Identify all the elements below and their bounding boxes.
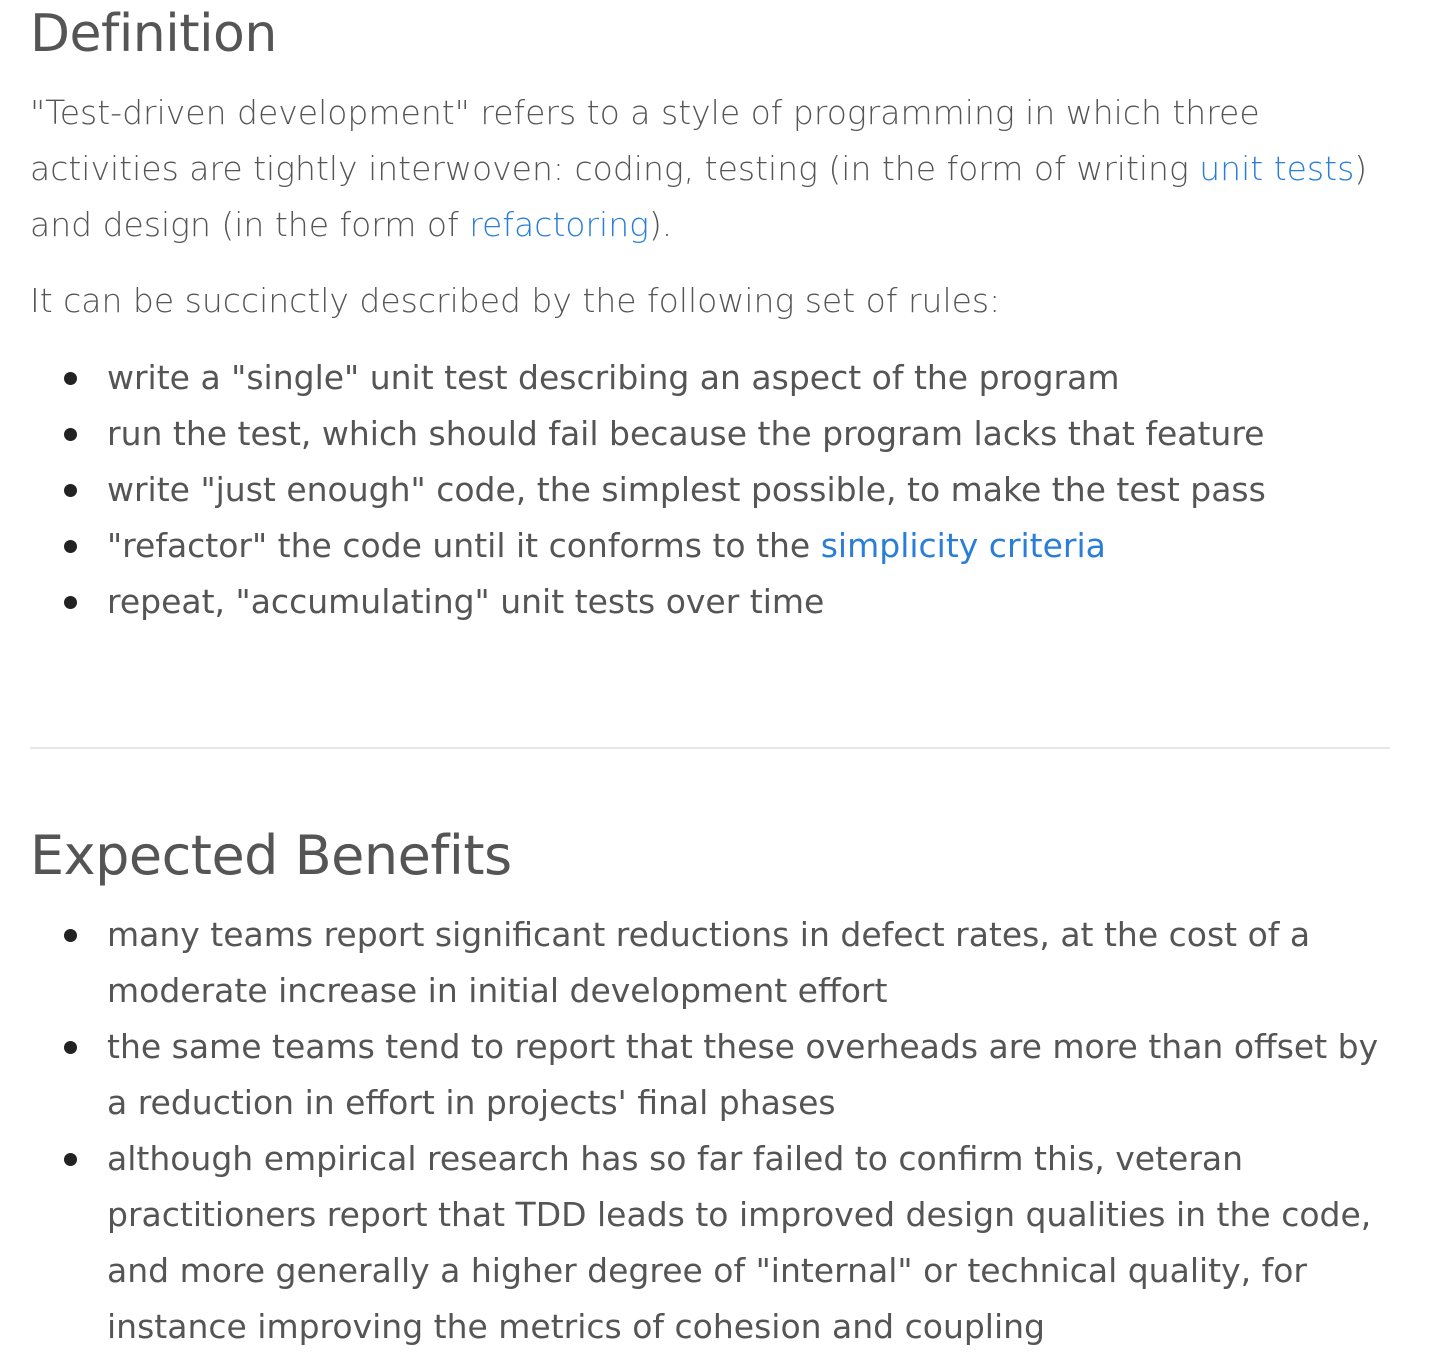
benefit-text: although empirical research has so far f… [107, 1139, 1372, 1346]
intro-text-1: "Test-driven development" refers to a st… [30, 93, 1260, 188]
rules-list: write a "single" unit test describing an… [30, 350, 1390, 630]
benefit-item: although empirical research has so far f… [30, 1131, 1390, 1355]
benefits-list: many teams report significant reductions… [30, 907, 1390, 1355]
benefit-text: many teams report significant reductions… [107, 915, 1311, 1010]
rule-item: repeat, "accumulating" unit tests over t… [30, 574, 1390, 630]
rule-text: "refactor" the code until it conforms to… [107, 526, 821, 565]
rule-text: write a "single" unit test describing an… [107, 358, 1120, 397]
rules-intro: It can be succinctly described by the fo… [30, 281, 1001, 320]
rule-text: repeat, "accumulating" unit tests over t… [107, 582, 825, 621]
intro-text-3: ). [648, 205, 673, 244]
benefit-item: many teams report significant reductions… [30, 907, 1390, 1019]
definition-paragraph: "Test-driven development" refers to a st… [30, 85, 1375, 253]
rule-item: write a "single" unit test describing an… [30, 350, 1390, 406]
rule-text: run the test, which should fail because … [107, 414, 1265, 453]
rule-item: "refactor" the code until it conforms to… [30, 518, 1390, 574]
unit-tests-link[interactable]: unit tests [1199, 149, 1354, 188]
rule-item: write "just enough" code, the simplest p… [30, 462, 1390, 518]
benefit-item: the same teams tend to report that these… [30, 1019, 1390, 1131]
refactoring-link[interactable]: refactoring [469, 205, 649, 244]
section-divider [30, 747, 1390, 749]
simplicity-criteria-link[interactable]: simplicity criteria [821, 526, 1106, 565]
rule-item: run the test, which should fail because … [30, 406, 1390, 462]
definition-heading: Definition [30, 4, 277, 64]
rule-text: write "just enough" code, the simplest p… [107, 470, 1266, 509]
benefit-text: the same teams tend to report that these… [107, 1027, 1379, 1122]
benefits-heading: Expected Benefits [30, 824, 512, 887]
